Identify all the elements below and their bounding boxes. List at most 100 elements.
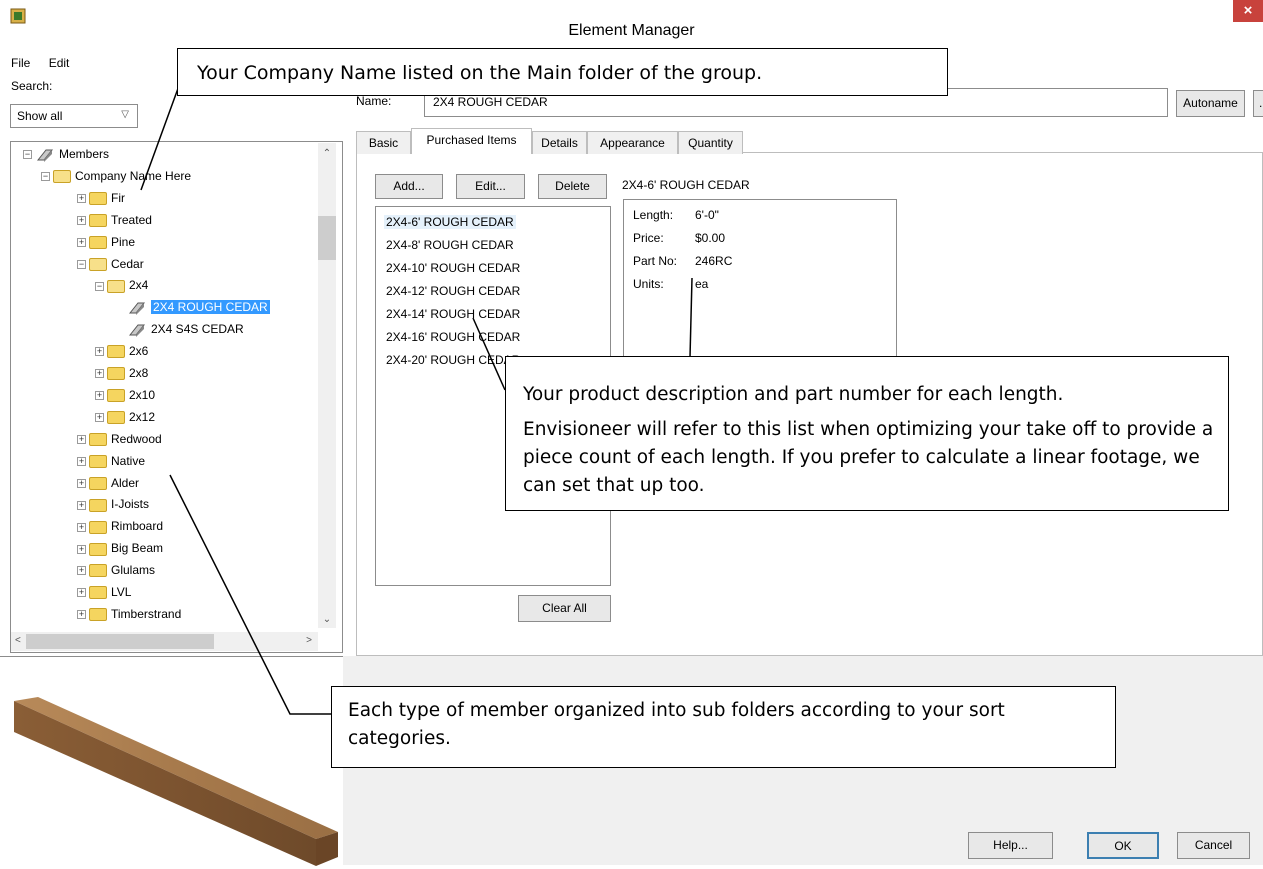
collapse-icon[interactable]: −	[95, 281, 104, 291]
collapse-icon[interactable]: −	[23, 150, 32, 160]
tree-item-label: 2x10	[129, 387, 156, 402]
collapse-icon[interactable]: −	[41, 172, 50, 182]
tree-item[interactable]: − 2x4	[95, 275, 148, 295]
collapse-icon[interactable]: −	[77, 259, 86, 269]
tree-item[interactable]: + Alder	[77, 473, 139, 493]
list-item[interactable]: 2X4-8' ROUGH CEDAR	[386, 238, 514, 252]
tab-basic[interactable]: Basic	[356, 131, 411, 154]
tree-item[interactable]: + Pine	[77, 232, 135, 252]
tree-item-label: Members	[59, 147, 110, 161]
list-item[interactable]: 2X4-12' ROUGH CEDAR	[386, 284, 520, 298]
expand-icon[interactable]: +	[95, 347, 104, 357]
folders-callout-text: Each type of member organized into sub f…	[348, 700, 1005, 749]
folder-icon	[89, 476, 107, 490]
list-item[interactable]: 2X4-20' ROUGH CEDAR	[386, 353, 520, 367]
expand-icon[interactable]: +	[77, 566, 86, 576]
menu-bar: File Edit	[0, 56, 73, 72]
expand-icon[interactable]: +	[77, 500, 86, 510]
tree-item[interactable]: + I-Joists	[77, 494, 149, 514]
tree-item-label: Native	[111, 453, 146, 468]
list-item[interactable]: 2X4-16' ROUGH CEDAR	[386, 330, 520, 344]
expand-icon[interactable]: +	[77, 456, 86, 466]
tree-item[interactable]: 2X4 S4S CEDAR	[123, 319, 244, 339]
folder-icon	[107, 389, 125, 403]
scroll-right-icon[interactable]: >	[306, 635, 312, 646]
ok-button[interactable]: OK	[1087, 832, 1159, 859]
tab-purchased-items[interactable]: Purchased Items	[411, 128, 532, 154]
tree-item[interactable]: + Treated	[77, 210, 152, 230]
tree-item[interactable]: + Redwood	[77, 429, 162, 449]
expand-icon[interactable]: +	[77, 522, 86, 532]
cancel-button[interactable]: Cancel	[1177, 832, 1250, 859]
edit-item-button[interactable]: Edit...	[456, 174, 525, 199]
tree-hscroll-thumb[interactable]	[26, 634, 214, 649]
tab-quantity[interactable]: Quantity	[678, 131, 743, 154]
folder-icon	[107, 411, 125, 425]
product-callout: Your product description and part number…	[505, 356, 1229, 511]
part-no-value: 246RC	[695, 254, 733, 268]
expand-icon[interactable]: +	[77, 478, 86, 488]
tree-item[interactable]: + Glulams	[77, 560, 155, 580]
expand-icon[interactable]: +	[95, 369, 104, 379]
autoname-button[interactable]: Autoname	[1176, 90, 1245, 117]
tree-item[interactable]: +2x6	[95, 341, 148, 361]
folder-icon	[107, 367, 125, 381]
company-name-callout-text: Your Company Name listed on the Main fol…	[197, 62, 763, 84]
clear-all-button[interactable]: Clear All	[518, 595, 611, 622]
tab-details[interactable]: Details	[532, 131, 587, 154]
tab-appearance[interactable]: Appearance	[587, 131, 678, 154]
expand-icon[interactable]: +	[77, 610, 86, 620]
product-callout-text-2: Envisioneer will refer to this list when…	[523, 419, 1214, 496]
expand-icon[interactable]: +	[77, 544, 86, 554]
scroll-up-icon[interactable]: ⌃	[318, 148, 336, 159]
tree-item[interactable]: + Rimboard	[77, 516, 163, 536]
product-callout-text-1: Your product description and part number…	[523, 384, 1064, 405]
part-no-label: Part No:	[633, 254, 678, 268]
tree-scroll-thumb[interactable]	[318, 216, 336, 260]
tree-item[interactable]: + Big Beam	[77, 538, 163, 558]
browse-button[interactable]: ...	[1253, 90, 1263, 117]
scroll-down-icon[interactable]: ⌄	[318, 614, 336, 625]
help-button[interactable]: Help...	[968, 832, 1053, 859]
element-tree[interactable]: − Members − Company Name Here + Fir + Treated + P…	[10, 141, 343, 653]
tree-item[interactable]: 2X4 ROUGH CEDAR	[123, 297, 270, 317]
lumber-preview-image	[14, 697, 338, 866]
tree-item[interactable]: +2x10	[95, 385, 155, 405]
tree-item[interactable]: − Company Name Here	[41, 166, 191, 186]
tree-item[interactable]: + Timberstrand	[77, 604, 181, 624]
folder-icon	[89, 520, 107, 534]
tree-item-label: Glulams	[111, 563, 156, 578]
tree-item[interactable]: + Fir	[77, 188, 125, 208]
chevron-down-icon: ▽	[121, 109, 129, 120]
tree-item-label: Timberstrand	[111, 606, 182, 621]
close-button[interactable]: ×	[1233, 0, 1263, 22]
search-filter-select[interactable]: Show all ▽	[10, 104, 138, 128]
expand-icon[interactable]: +	[77, 194, 86, 204]
list-item[interactable]: 2X4-14' ROUGH CEDAR	[386, 307, 520, 321]
tree-item-label: 2x12	[129, 409, 156, 424]
expand-icon[interactable]: +	[95, 391, 104, 401]
expand-icon[interactable]: +	[77, 588, 86, 598]
tree-item[interactable]: +2x8	[95, 363, 148, 383]
menu-edit[interactable]: Edit	[49, 56, 70, 70]
list-item[interactable]: 2X4-6' ROUGH CEDAR	[384, 215, 516, 229]
tree-item[interactable]: + LVL	[77, 582, 131, 602]
window-title: Element Manager	[568, 22, 695, 39]
add-item-button[interactable]: Add...	[375, 174, 443, 199]
expand-icon[interactable]: +	[95, 413, 104, 423]
tree-item[interactable]: − Members	[23, 144, 109, 164]
list-item[interactable]: 2X4-10' ROUGH CEDAR	[386, 261, 520, 275]
folders-callout: Each type of member organized into sub f…	[331, 686, 1116, 768]
tree-item[interactable]: +2x12	[95, 407, 155, 427]
tree-item[interactable]: − Cedar	[77, 254, 144, 274]
expand-icon[interactable]: +	[77, 435, 86, 445]
delete-item-button[interactable]: Delete	[538, 174, 607, 199]
scroll-left-icon[interactable]: <	[15, 635, 21, 646]
menu-file[interactable]: File	[11, 56, 30, 70]
length-value: 6'-0"	[695, 208, 719, 222]
expand-icon[interactable]: +	[77, 237, 86, 247]
expand-icon[interactable]: +	[77, 216, 86, 226]
tree-item[interactable]: + Native	[77, 451, 145, 471]
folder-icon	[89, 498, 107, 512]
tree-item-label: 2X4 ROUGH CEDAR	[151, 300, 270, 315]
